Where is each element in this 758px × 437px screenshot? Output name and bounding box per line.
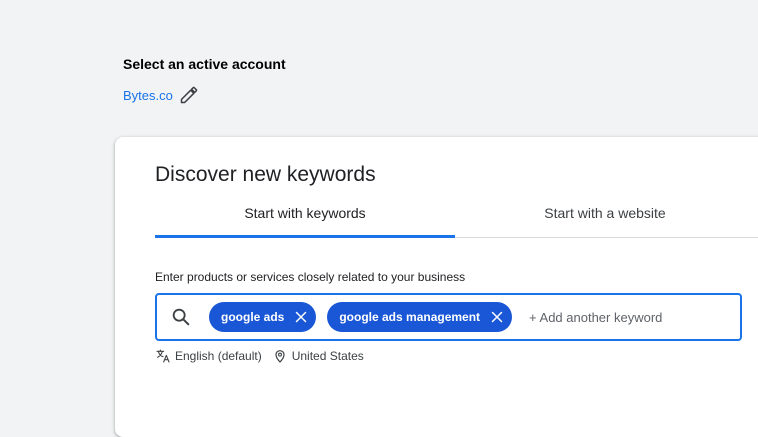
tab-start-with-website[interactable]: Start with a website: [455, 197, 755, 237]
keyword-chip: google ads management: [327, 302, 513, 332]
add-keyword-input[interactable]: [527, 308, 702, 326]
discover-keywords-card: Discover new keywords Start with keyword…: [115, 137, 758, 437]
keyword-chip: google ads: [209, 302, 317, 332]
search-icon: [170, 306, 192, 328]
pencil-icon[interactable]: [179, 85, 199, 105]
language-label: English (default): [175, 349, 262, 363]
language-selector[interactable]: English (default): [155, 348, 262, 364]
tab-bar: Start with keywords Start with a website: [155, 197, 758, 238]
location-selector[interactable]: United States: [272, 348, 364, 364]
account-link[interactable]: Bytes.co: [123, 88, 173, 103]
keyword-chip-label: google ads: [221, 310, 285, 324]
close-icon[interactable]: [488, 308, 506, 326]
keyword-input-box[interactable]: google ads google ads management: [155, 293, 742, 341]
account-section: Select an active account Bytes.co: [123, 55, 286, 106]
account-heading: Select an active account: [123, 56, 286, 72]
targeting-row: English (default) United States: [155, 348, 364, 364]
location-label: United States: [291, 349, 364, 363]
location-pin-icon: [275, 350, 285, 363]
tab-start-with-keywords[interactable]: Start with keywords: [155, 197, 455, 238]
keyword-chip-label: google ads management: [339, 310, 481, 324]
account-row: Bytes.co: [123, 84, 286, 106]
translate-icon: [156, 349, 170, 363]
keyword-input-label: Enter products or services closely relat…: [155, 270, 466, 284]
card-title: Discover new keywords: [155, 163, 376, 186]
close-icon[interactable]: [292, 308, 310, 326]
